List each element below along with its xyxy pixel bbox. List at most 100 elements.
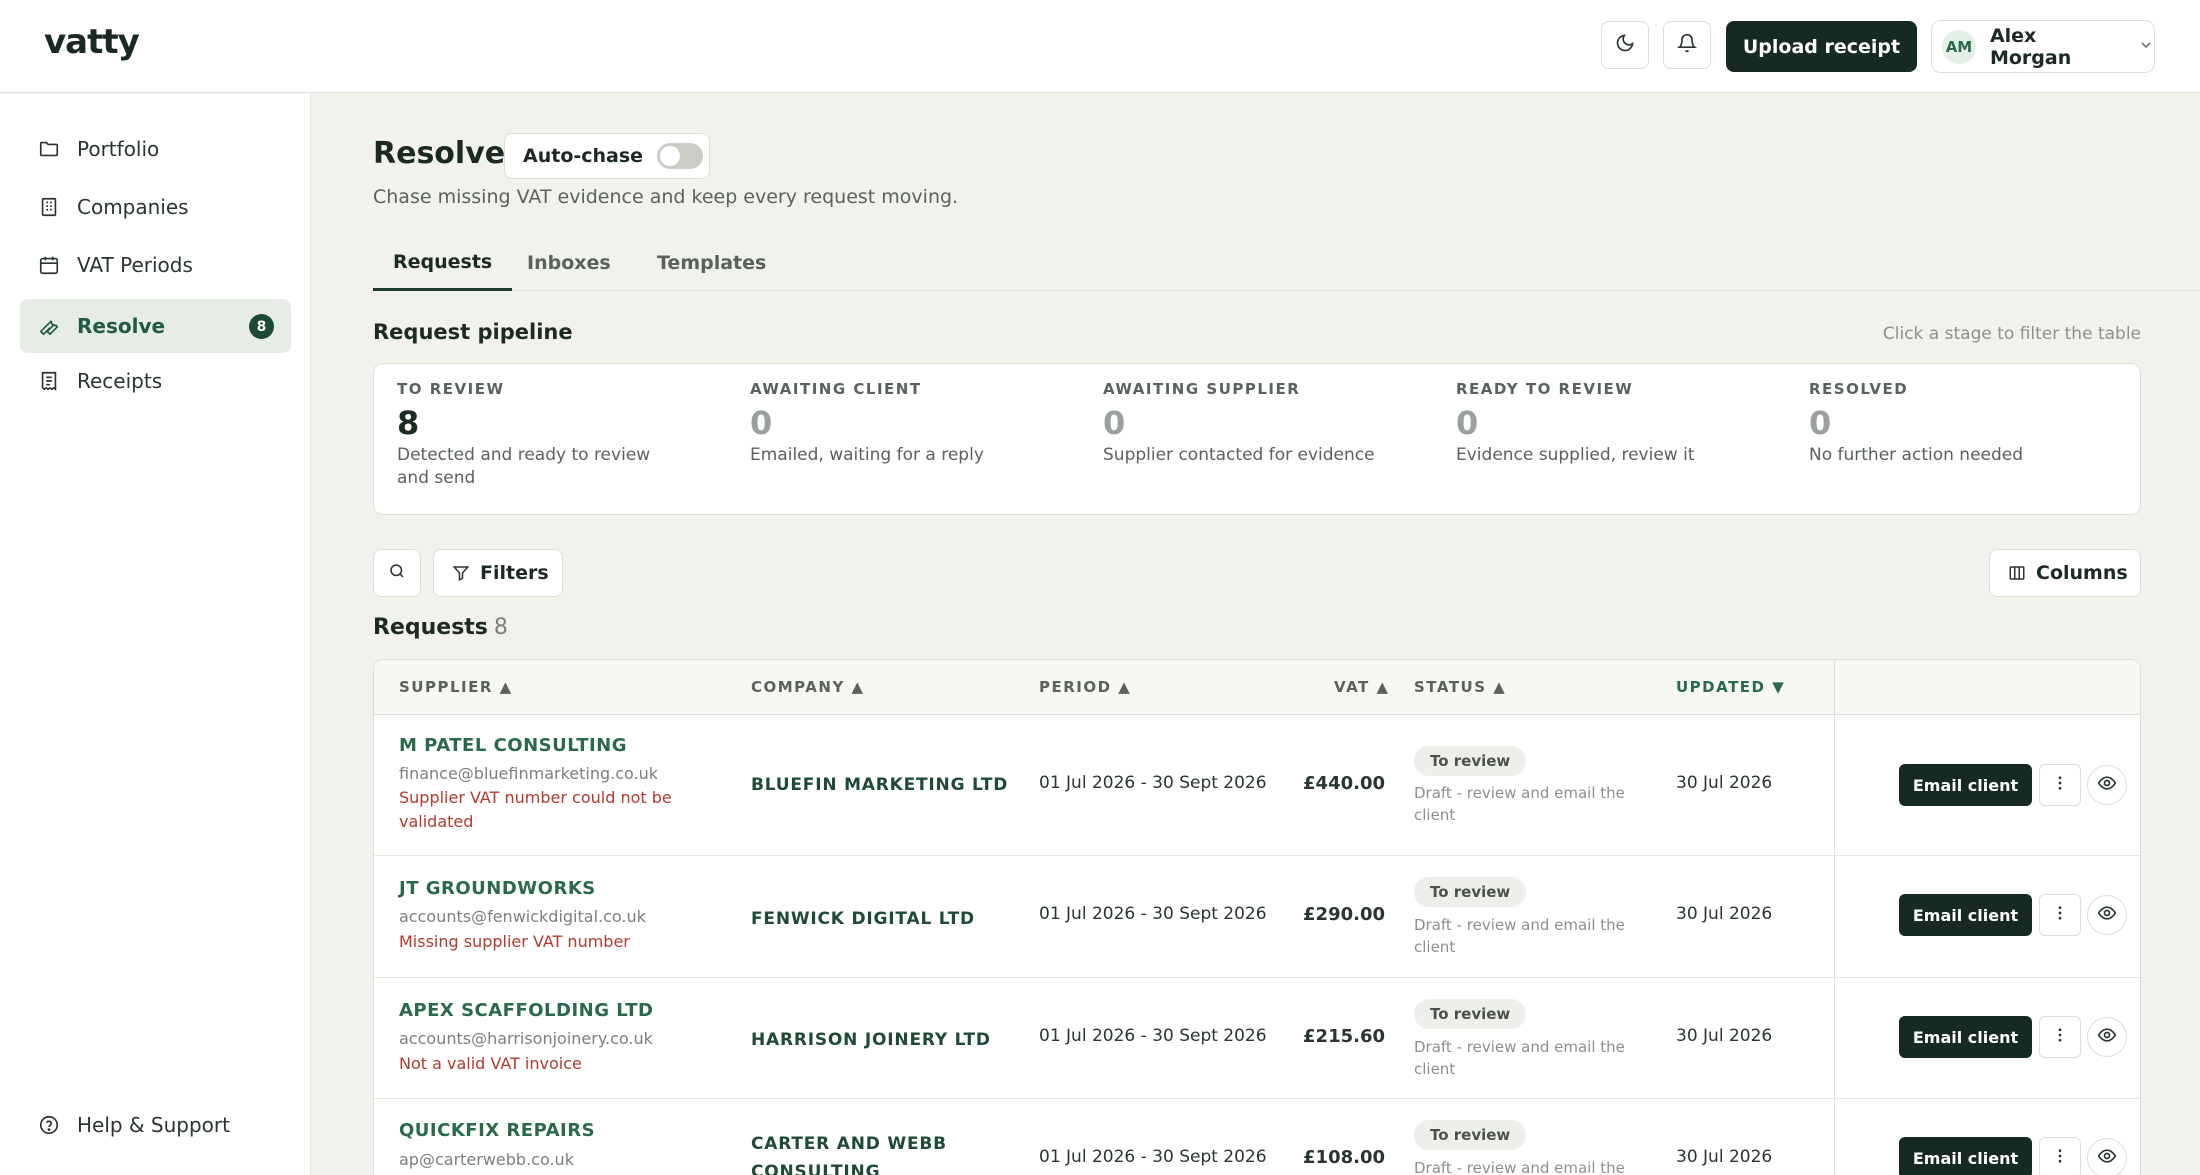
sidebar-item-vat-periods[interactable]: VAT Periods xyxy=(20,238,291,292)
sidebar-item-portfolio[interactable]: Portfolio xyxy=(20,122,291,176)
stage-count: 0 xyxy=(1456,404,1479,442)
columns-button[interactable]: Columns xyxy=(1989,549,2141,597)
email-client-button[interactable]: Email client xyxy=(1899,1137,2032,1175)
status-badge: To review xyxy=(1414,999,1527,1029)
supplier-error: Not a valid VAT invoice xyxy=(399,1054,582,1073)
preview-button[interactable] xyxy=(2087,1138,2127,1175)
status-desc: Draft - review and email the client xyxy=(1414,784,1625,824)
updated-date: 30 Jul 2026 xyxy=(1676,1147,1773,1167)
bell-icon xyxy=(1676,33,1698,57)
pipeline-title: Request pipeline xyxy=(373,320,573,344)
sidebar-item-label: VAT Periods xyxy=(77,253,193,277)
preview-button[interactable] xyxy=(2087,1017,2127,1057)
moon-icon xyxy=(1615,33,1635,57)
table-row[interactable]: JT GROUNDWORKS accounts@fenwickdigital.c… xyxy=(374,857,2140,978)
supplier-name[interactable]: QUICKFIX REPAIRS xyxy=(399,1120,595,1141)
tab-inboxes[interactable]: Inboxes xyxy=(527,235,611,291)
requests-table: SUPPLIER ▲ COMPANY ▲ PERIOD ▲ VAT ▲ STAT… xyxy=(373,659,2141,1175)
stage-resolved[interactable]: RESOLVED 0 No further action needed xyxy=(1809,380,2099,467)
column-supplier[interactable]: SUPPLIER ▲ xyxy=(399,678,513,696)
preview-button[interactable] xyxy=(2087,765,2127,805)
more-vertical-icon xyxy=(2051,904,2069,926)
updated-date: 30 Jul 2026 xyxy=(1676,773,1773,793)
count-badge: 8 xyxy=(249,314,274,339)
more-actions-button[interactable] xyxy=(2039,1016,2081,1058)
email-client-button[interactable]: Email client xyxy=(1899,894,2032,936)
app-logo[interactable]: vatty xyxy=(44,22,140,62)
sidebar: Portfolio Companies VAT Periods Resolve … xyxy=(0,94,311,1175)
columns-icon xyxy=(2008,564,2026,582)
table-header: SUPPLIER ▲ COMPANY ▲ PERIOD ▲ VAT ▲ STAT… xyxy=(374,660,2140,715)
status-desc: Draft - review and email the client xyxy=(1414,916,1625,956)
more-actions-button[interactable] xyxy=(2039,1137,2081,1175)
stage-label: READY TO REVIEW xyxy=(1456,380,1634,398)
table-row[interactable]: M PATEL CONSULTING finance@bluefinmarket… xyxy=(374,716,2140,856)
supplier-name[interactable]: JT GROUNDWORKS xyxy=(399,878,596,899)
upload-receipt-button[interactable]: Upload receipt xyxy=(1726,21,1917,72)
stage-count: 0 xyxy=(1809,404,1832,442)
search-button[interactable] xyxy=(373,549,421,597)
email-client-button[interactable]: Email client xyxy=(1899,764,2032,806)
tab-bar: Requests Inboxes Templates xyxy=(373,235,2199,291)
sidebar-item-label: Portfolio xyxy=(77,137,160,161)
supplier-name[interactable]: M PATEL CONSULTING xyxy=(399,735,627,756)
email-client-button[interactable]: Email client xyxy=(1899,1016,2032,1058)
filter-icon xyxy=(452,564,470,582)
period: 01 Jul 2026 - 30 Sept 2026 xyxy=(1039,904,1267,924)
column-updated[interactable]: UPDATED ▼ xyxy=(1676,678,1785,696)
autochase-toggle[interactable]: Auto-chase xyxy=(504,133,710,179)
tab-templates[interactable]: Templates xyxy=(657,235,766,291)
stage-to-review[interactable]: TO REVIEW 8 Detected and ready to review… xyxy=(397,380,687,490)
company-name[interactable]: CARTER AND WEBB CONSULTING xyxy=(751,1130,1011,1175)
preview-button[interactable] xyxy=(2087,895,2127,935)
column-company[interactable]: COMPANY ▲ xyxy=(751,678,865,696)
theme-toggle-button[interactable] xyxy=(1601,21,1649,69)
company-name[interactable]: HARRISON JOINERY LTD xyxy=(751,1026,1011,1054)
column-status[interactable]: STATUS ▲ xyxy=(1414,678,1506,696)
stage-count: 0 xyxy=(750,404,773,442)
calendar-icon xyxy=(38,254,60,276)
vat-amount: £290.00 xyxy=(1303,904,1385,925)
status-desc: Draft - review and email the client xyxy=(1414,1038,1625,1078)
more-vertical-icon xyxy=(2051,1026,2069,1048)
company-name[interactable]: FENWICK DIGITAL LTD xyxy=(751,905,1011,933)
sidebar-item-label: Companies xyxy=(77,195,189,219)
stage-awaiting-supplier[interactable]: AWAITING SUPPLIER 0 Supplier contacted f… xyxy=(1103,380,1393,467)
table-row[interactable]: APEX SCAFFOLDING LTD accounts@harrisonjo… xyxy=(374,979,2140,1099)
eye-icon xyxy=(2097,903,2117,927)
more-vertical-icon xyxy=(2051,774,2069,796)
more-actions-button[interactable] xyxy=(2039,894,2081,936)
filters-button[interactable]: Filters xyxy=(433,549,563,597)
wrench-icon xyxy=(38,315,60,337)
column-period[interactable]: PERIOD ▲ xyxy=(1039,678,1131,696)
period: 01 Jul 2026 - 30 Sept 2026 xyxy=(1039,1147,1267,1167)
status-badge: To review xyxy=(1414,1120,1527,1150)
company-name[interactable]: BLUEFIN MARKETING LTD xyxy=(751,771,1011,799)
page-subtitle: Chase missing VAT evidence and keep ever… xyxy=(373,186,959,208)
help-support-link[interactable]: Help & Support xyxy=(38,1113,230,1137)
more-actions-button[interactable] xyxy=(2039,764,2081,806)
sidebar-item-companies[interactable]: Companies xyxy=(20,180,291,234)
eye-icon xyxy=(2097,1025,2117,1049)
table-row[interactable]: QUICKFIX REPAIRS ap@carterwebb.co.uk CAR… xyxy=(374,1100,2140,1175)
supplier-email: finance@bluefinmarketing.co.uk xyxy=(399,764,659,783)
stage-count: 8 xyxy=(397,404,420,442)
stage-awaiting-client[interactable]: AWAITING CLIENT 0 Emailed, waiting for a… xyxy=(750,380,1040,467)
sidebar-item-label: Resolve xyxy=(77,314,166,338)
stage-ready-to-review[interactable]: READY TO REVIEW 0 Evidence supplied, rev… xyxy=(1456,380,1746,467)
supplier-name[interactable]: APEX SCAFFOLDING LTD xyxy=(399,1000,654,1021)
tab-requests[interactable]: Requests xyxy=(373,235,513,291)
sidebar-item-resolve[interactable]: Resolve 8 xyxy=(20,299,291,353)
stage-desc: Supplier contacted for evidence xyxy=(1103,445,1375,465)
supplier-error: Missing supplier VAT number xyxy=(399,932,630,951)
user-name: Alex Morgan xyxy=(1989,24,2072,69)
stage-label: AWAITING SUPPLIER xyxy=(1103,380,1301,398)
notifications-button[interactable] xyxy=(1663,21,1711,69)
toggle-switch[interactable] xyxy=(657,143,704,169)
column-vat[interactable]: VAT ▲ xyxy=(1334,678,1390,696)
search-icon xyxy=(388,562,406,584)
user-menu-button[interactable]: AM Alex Morgan xyxy=(1931,20,2155,73)
filters-label: Filters xyxy=(480,562,549,584)
sidebar-item-receipts[interactable]: Receipts xyxy=(20,354,291,408)
stage-count: 0 xyxy=(1103,404,1126,442)
